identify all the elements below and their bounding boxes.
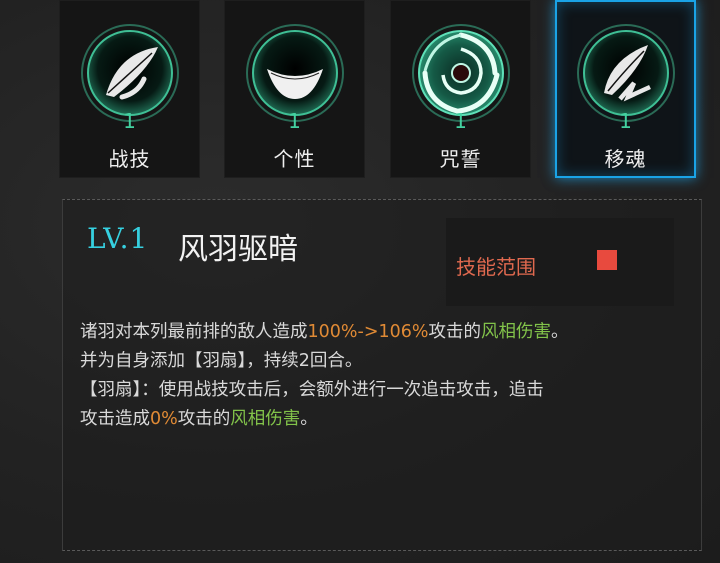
desc-text: 诸羽对本列最前排的敌人造成 <box>80 322 308 342</box>
desc-text: 攻击的 <box>428 322 482 342</box>
tab-soul[interactable]: 1 移魂 <box>555 0 696 178</box>
tab-level: 1 <box>123 109 136 133</box>
desc-text: 。 <box>551 322 569 342</box>
tab-label: 咒誓 <box>439 147 482 171</box>
desc-text: 攻击造成 <box>80 409 150 429</box>
skill-range-label: 技能范围 <box>456 255 536 279</box>
damage-value: 0% <box>150 409 178 429</box>
tab-battle[interactable]: 1 战技 <box>59 0 200 178</box>
tab-level: 1 <box>288 109 301 133</box>
tab-level: 1 <box>454 109 467 133</box>
tab-trait[interactable]: 1 个性 <box>224 0 365 178</box>
tab-label: 移魂 <box>604 147 647 171</box>
damage-type: 风相伤害 <box>481 322 552 342</box>
tab-curse[interactable]: 1 咒誓 <box>390 0 531 178</box>
description-line: 并为自身添加【羽扇】，持续2回合。 <box>80 351 363 371</box>
description-line: 【羽扇】：使用战技攻击后，会额外进行一次追击攻击，追击 <box>80 380 544 400</box>
desc-text: 攻击的 <box>177 409 231 429</box>
skill-description: 诸羽对本列最前排的敌人造成100%->106%攻击的风相伤害。 并为自身添加【羽… <box>80 318 700 434</box>
description-line: 诸羽对本列最前排的敌人造成100%->106%攻击的风相伤害。 <box>80 318 700 347</box>
range-target-marker <box>597 250 617 270</box>
description-line: 攻击造成0%攻击的风相伤害。 <box>80 405 700 434</box>
tab-label: 战技 <box>108 147 151 171</box>
skill-level-label: LV.1 <box>87 222 149 255</box>
damage-value: 100%->106% <box>307 322 429 342</box>
skill-name: 风羽驱暗 <box>178 232 298 267</box>
damage-type: 风相伤害 <box>230 409 301 429</box>
tab-level: 1 <box>619 109 632 133</box>
desc-text: 。 <box>300 409 318 429</box>
tab-label: 个性 <box>273 147 316 171</box>
